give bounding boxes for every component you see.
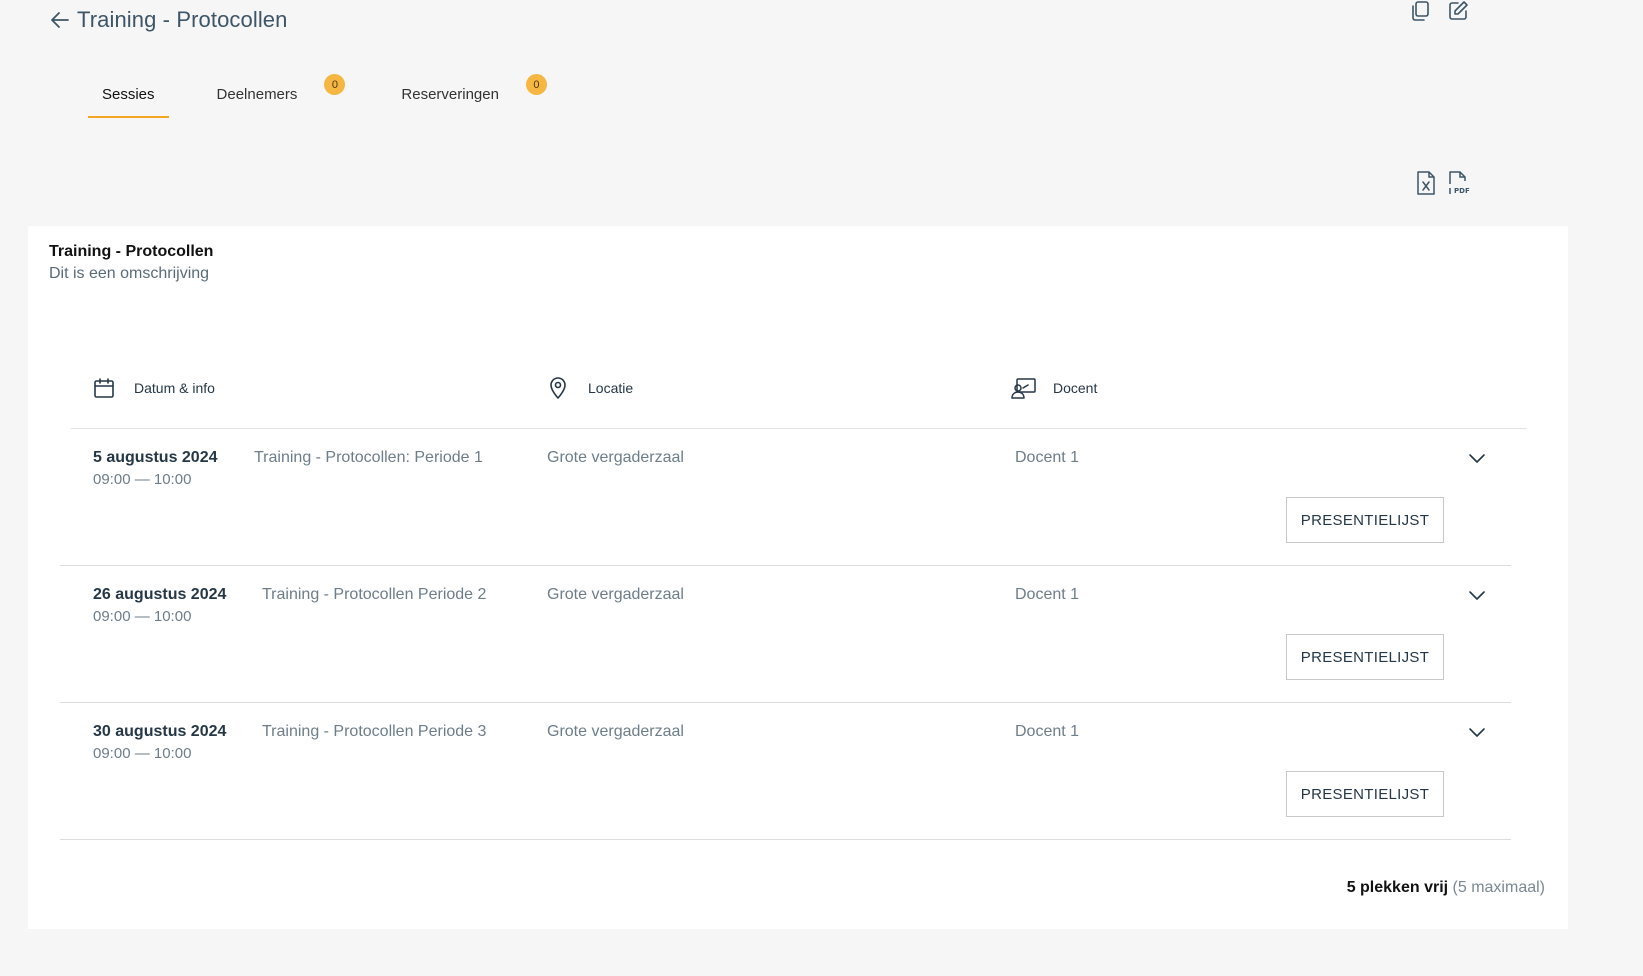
chevron-down-icon[interactable]: [1468, 586, 1486, 604]
session-location: Grote vergaderzaal: [547, 449, 684, 466]
teacher-icon: [1011, 376, 1036, 400]
svg-text:PDF: PDF: [1454, 187, 1470, 195]
header-actions: [1409, 0, 1469, 22]
session-name: Training - Protocollen Periode 2: [262, 586, 487, 603]
session-date: 5 augustus 2024: [93, 449, 218, 466]
session-location: Grote vergaderzaal: [547, 586, 684, 603]
tab-bar: Sessies Deelnemers 0 Reserveringen 0: [88, 74, 547, 118]
column-label: Locatie: [588, 380, 634, 396]
presentielijst-button[interactable]: PRESENTIELIJST: [1286, 634, 1444, 680]
max-spots: (5 maximaal): [1452, 879, 1545, 896]
edit-icon[interactable]: [1447, 0, 1469, 22]
card-title: Training - Protocollen: [49, 243, 214, 260]
session-name: Training - Protocollen Periode 3: [262, 723, 487, 740]
export-actions: PDF: [1415, 170, 1470, 196]
session-date: 30 augustus 2024: [93, 723, 227, 740]
location-pin-icon: [546, 376, 570, 400]
back-link[interactable]: Training - Protocollen: [49, 7, 287, 33]
presentielijst-button[interactable]: PRESENTIELIJST: [1286, 771, 1444, 817]
column-header-locatie: Locatie: [546, 376, 633, 400]
copy-icon[interactable]: [1409, 0, 1431, 22]
card-description: Dit is een omschrijving: [49, 265, 210, 282]
tab-label: Deelnemers: [216, 86, 298, 103]
tab-label: Sessies: [102, 86, 155, 103]
column-label: Datum & info: [134, 380, 215, 396]
session-time: 09:00 — 10:00: [93, 471, 192, 488]
pdf-file-icon[interactable]: PDF: [1447, 170, 1470, 196]
tab-label: Reserveringen: [401, 86, 499, 103]
free-spots: 5 plekken vrij: [1346, 879, 1449, 896]
availability: 5 plekken vrij (5 maximaal): [1347, 879, 1545, 897]
column-label: Docent: [1053, 380, 1098, 396]
count-badge: 0: [525, 74, 547, 95]
session-time: 09:00 — 10:00: [93, 608, 192, 625]
session-location: Grote vergaderzaal: [547, 723, 684, 740]
sessions-card: Training - Protocollen Dit is een omschr…: [28, 226, 1568, 929]
column-header-docent: Docent: [1011, 376, 1097, 400]
presentielijst-button[interactable]: PRESENTIELIJST: [1286, 497, 1444, 543]
session-date: 26 augustus 2024: [93, 586, 227, 603]
count-badge: 0: [324, 74, 346, 95]
calendar-icon: [92, 376, 116, 400]
tab-sessies[interactable]: Sessies: [88, 76, 169, 118]
session-teacher: Docent 1: [1015, 586, 1080, 603]
session-time: 09:00 — 10:00: [93, 745, 192, 762]
session-row: 30 augustus 2024 Training - Protocollen …: [60, 703, 1511, 840]
chevron-down-icon[interactable]: [1468, 449, 1486, 467]
column-header-datum: Datum & info: [92, 376, 215, 400]
page-title: Training - Protocollen: [77, 7, 288, 32]
tab-reserveringen[interactable]: Reserveringen 0: [387, 74, 547, 118]
excel-file-icon[interactable]: [1415, 170, 1437, 196]
tab-deelnemers[interactable]: Deelnemers 0: [203, 74, 346, 118]
chevron-down-icon[interactable]: [1468, 723, 1486, 741]
session-teacher: Docent 1: [1015, 449, 1080, 466]
session-name: Training - Protocollen: Periode 1: [254, 449, 483, 466]
session-row: 26 augustus 2024 Training - Protocollen …: [60, 566, 1511, 703]
session-row: 5 augustus 2024 Training - Protocollen: …: [60, 429, 1511, 566]
arrow-left-icon[interactable]: [49, 9, 71, 31]
session-teacher: Docent 1: [1015, 723, 1080, 740]
